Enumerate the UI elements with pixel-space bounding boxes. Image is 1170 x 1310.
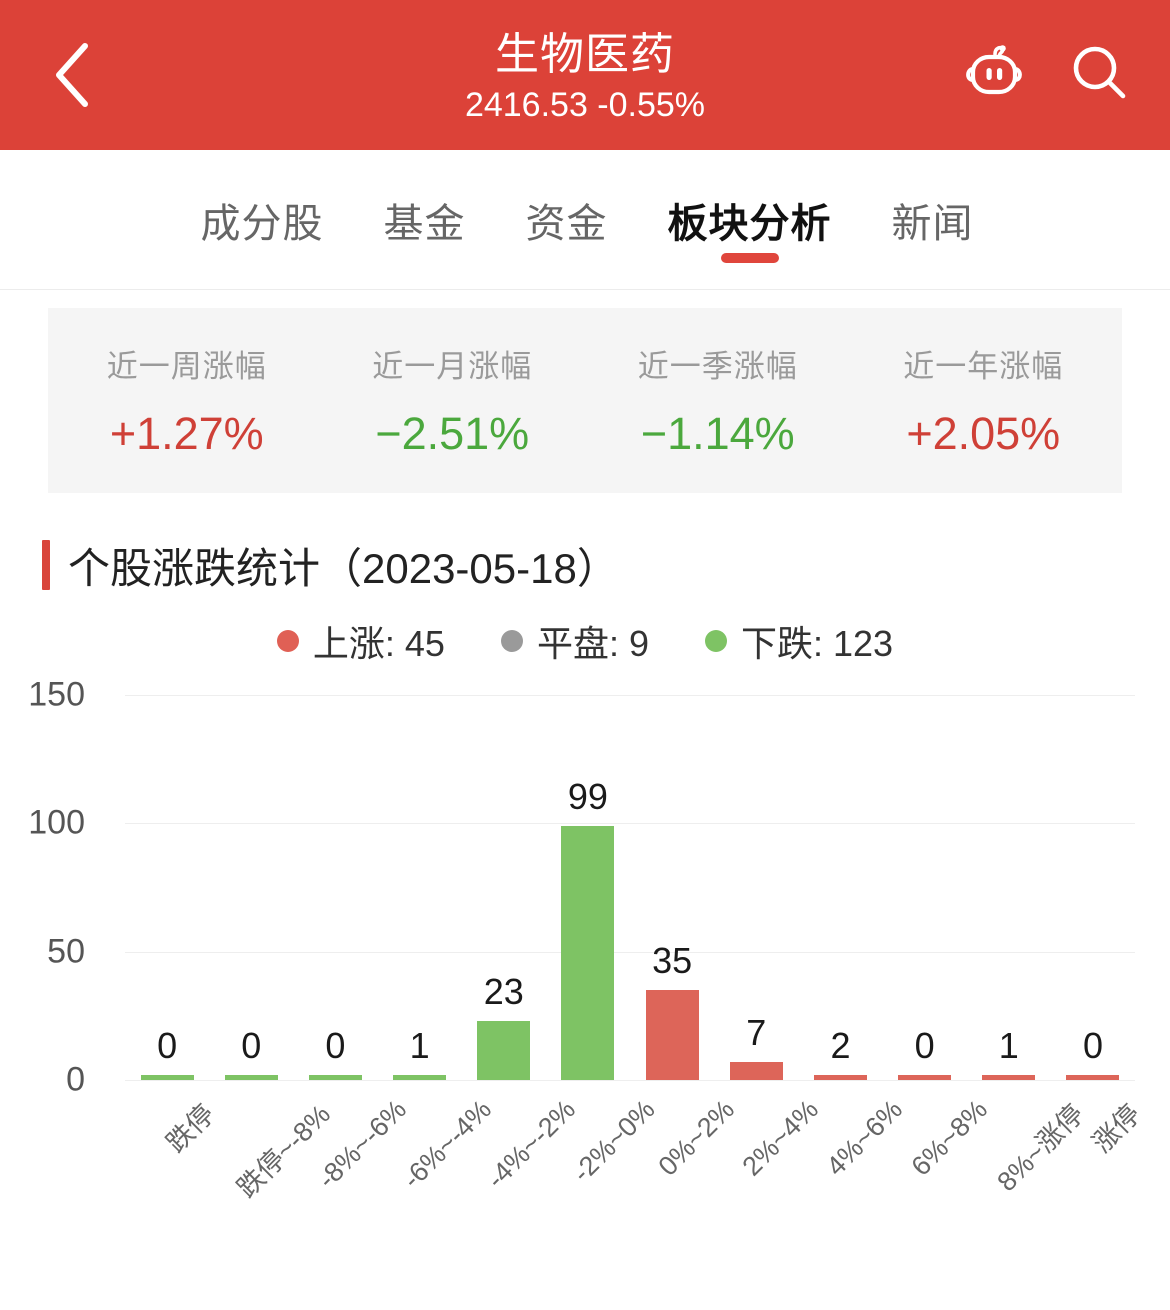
- x-label-slot: -2%~0%: [546, 1080, 661, 1230]
- y-axis-tick-label: 50: [47, 932, 85, 971]
- bar-slot[interactable]: 1: [967, 695, 1051, 1080]
- tab-label: 新闻: [891, 201, 974, 246]
- x-label-slot: 8%~涨停: [967, 1080, 1089, 1230]
- stat-value: −1.14%: [640, 408, 795, 459]
- bar[interactable]: [477, 1020, 531, 1080]
- x-label-slot: -4%~-2%: [462, 1080, 581, 1230]
- bar-value-label: 0: [914, 1025, 935, 1066]
- chart-legend: 上涨: 45 平盘: 9 下跌: 123: [0, 615, 1170, 667]
- bar-value-label: 0: [241, 1025, 262, 1066]
- x-label-slot: 2%~4%: [714, 1080, 825, 1230]
- bar-value-label: 2: [830, 1024, 851, 1066]
- stat-year: 近一年涨幅 +2.05%: [851, 341, 1117, 460]
- x-label-slot: 跌停: [125, 1080, 220, 1230]
- tab-label: 资金: [525, 201, 608, 246]
- tab-label: 基金: [383, 201, 466, 246]
- x-label-slot: 4%~6%: [798, 1080, 909, 1230]
- y-axis-tick-label: 0: [66, 1060, 85, 1099]
- chart-bars: 0 0 0 1 23 99 35 7 2 0 1 0: [125, 695, 1135, 1080]
- stat-week: 近一周涨幅 +1.27%: [54, 341, 320, 460]
- section-accent-bar: [42, 540, 50, 590]
- bar-slot[interactable]: 35: [630, 695, 714, 1080]
- legend-dot-flat: [500, 630, 523, 652]
- app-header: 生物医药 2416.53 -0.55%: [0, 0, 1170, 150]
- x-label-slot: 涨停: [1051, 1080, 1146, 1230]
- chart-x-axis-labels: 跌停 跌停~-8% -8%~-6% -6%~-4% -4%~-2% -2%~0% 0%~2%…: [125, 1080, 1146, 1230]
- header-actions: [960, 41, 1134, 109]
- bar-value-label: 0: [325, 1025, 346, 1066]
- bar-slot[interactable]: 0: [293, 695, 377, 1080]
- bar-slot[interactable]: 1: [378, 695, 462, 1080]
- tab-zijin[interactable]: 资金: [496, 150, 638, 289]
- section-header: 个股涨跌统计（2023-05-18）: [42, 537, 1170, 593]
- bar-slot[interactable]: 0: [209, 695, 293, 1080]
- stat-month: 近一月涨幅 −2.51%: [320, 341, 586, 460]
- legend-label: 下跌: 123: [741, 623, 894, 664]
- x-label-slot: 6%~8%: [883, 1080, 993, 1230]
- performance-stats-panel: 近一周涨幅 +1.27% 近一月涨幅 −2.51% 近一季涨幅 −1.14% 近…: [48, 308, 1122, 493]
- search-icon: [1068, 41, 1132, 110]
- legend-item-down[interactable]: 下跌: 123: [705, 615, 893, 667]
- bar-value-label: 23: [483, 970, 524, 1012]
- bar-slot[interactable]: 0: [1051, 695, 1135, 1080]
- legend-item-flat[interactable]: 平盘: 9: [500, 615, 649, 667]
- bar-value-label: 1: [409, 1025, 430, 1066]
- stat-quarter: 近一季涨幅 −1.14%: [585, 341, 851, 460]
- bar[interactable]: [645, 990, 699, 1080]
- stat-value: +2.05%: [906, 408, 1061, 459]
- back-button[interactable]: [42, 39, 102, 111]
- stat-value: −2.51%: [375, 408, 530, 459]
- stat-label: 近一周涨幅: [106, 349, 267, 384]
- x-label-slot: -8%~-6%: [293, 1080, 412, 1230]
- chart-plot-area: 0 50 100 150 0 0 0 1 23 99 35 7 2 0 1 0: [28, 676, 1135, 1099]
- legend-dot-down: [705, 630, 727, 652]
- header-title-block: 生物医药 2416.53 -0.55%: [465, 30, 705, 123]
- legend-dot-up: [276, 630, 299, 652]
- bar-slot[interactable]: 23: [462, 695, 546, 1080]
- stat-value: +1.27%: [109, 408, 264, 459]
- robot-icon: [962, 42, 1026, 109]
- bar[interactable]: [561, 825, 615, 1080]
- page-title: 生物医药: [494, 29, 675, 79]
- tab-xinwen[interactable]: 新闻: [862, 150, 1034, 289]
- bar-slot[interactable]: 2: [798, 695, 882, 1080]
- y-axis-tick-label: 150: [28, 675, 85, 714]
- tab-bar: 成分股 基金 资金 板块分析 新闻: [0, 150, 1170, 290]
- bar-value-label: 1: [998, 1025, 1019, 1066]
- bar-slot[interactable]: 99: [546, 695, 630, 1080]
- bar-slot[interactable]: 0: [125, 695, 209, 1080]
- stat-label: 近一季涨幅: [637, 349, 798, 384]
- distribution-chart: 上涨: 45 平盘: 9 下跌: 123 0 50 100 150 0 0 0 1 23 99 3…: [0, 593, 1170, 1233]
- x-label-slot: 0%~2%: [630, 1080, 741, 1230]
- tab-chengfengu[interactable]: 成分股: [137, 150, 354, 289]
- tab-jijin[interactable]: 基金: [354, 150, 496, 289]
- legend-label: 平盘: 9: [536, 623, 649, 664]
- tab-label: 板块分析: [667, 201, 832, 246]
- bar-value-label: 0: [157, 1025, 178, 1066]
- bar-slot[interactable]: 0: [883, 695, 967, 1080]
- chevron-left-icon: [51, 42, 93, 108]
- bar-slot[interactable]: 7: [714, 695, 798, 1080]
- bar-value-label: 35: [652, 940, 693, 982]
- legend-label: 上涨: 45: [312, 623, 445, 664]
- bar-value-label: 0: [1082, 1025, 1103, 1066]
- robot-assistant-button[interactable]: [960, 41, 1028, 109]
- tab-bankuaifenxi[interactable]: 板块分析: [638, 150, 862, 289]
- x-label-slot: 跌停~-8%: [209, 1080, 337, 1230]
- index-quote: 2416.53 -0.55%: [464, 86, 706, 125]
- search-button[interactable]: [1066, 41, 1134, 109]
- stat-label: 近一年涨幅: [903, 349, 1064, 384]
- legend-item-up[interactable]: 上涨: 45: [276, 615, 445, 667]
- stat-label: 近一月涨幅: [372, 349, 533, 384]
- x-label-slot: -6%~-4%: [378, 1080, 496, 1230]
- section-title-text: 个股涨跌统计（2023-05-18）: [68, 544, 619, 592]
- bar-value-label: 7: [746, 1012, 767, 1054]
- bar[interactable]: [729, 1062, 783, 1080]
- bar-value-label: 99: [567, 775, 608, 817]
- x-axis-tick-label: 涨停: [1086, 1098, 1147, 1159]
- stats-panel-wrap: 近一周涨幅 +1.27% 近一月涨幅 −2.51% 近一季涨幅 −1.14% 近…: [0, 290, 1170, 493]
- tab-label: 成分股: [200, 201, 324, 246]
- y-axis-tick-label: 100: [28, 803, 85, 842]
- active-tab-indicator: [720, 253, 779, 263]
